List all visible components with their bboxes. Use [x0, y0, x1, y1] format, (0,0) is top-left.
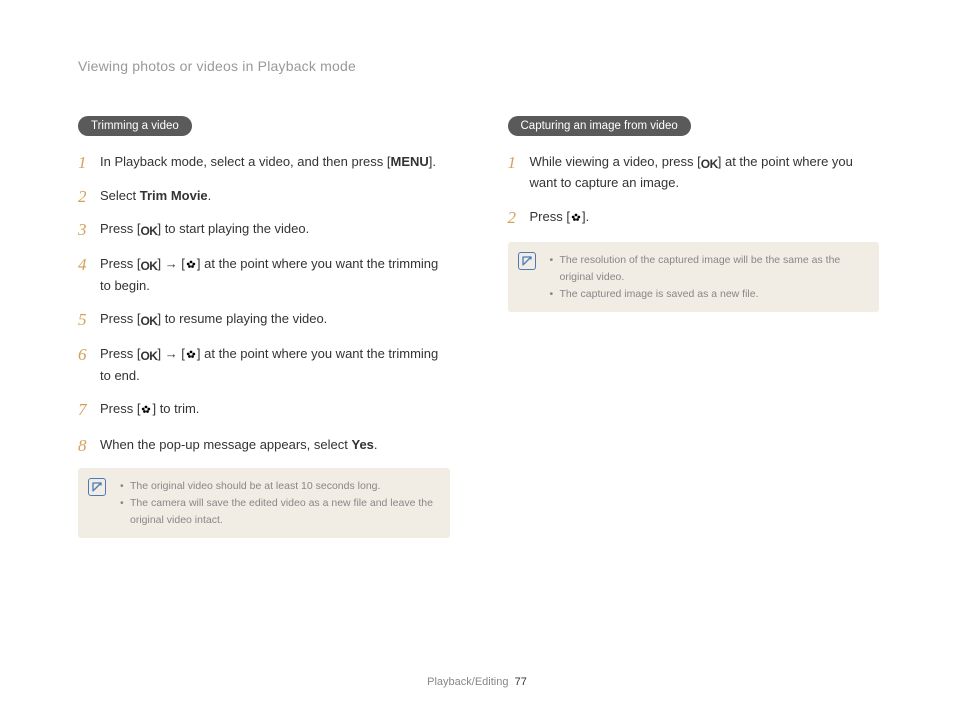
right-column: Capturing an image from video While view… [508, 116, 880, 538]
steps-list-right: While viewing a video, press [OK] at the… [508, 152, 880, 228]
left-column: Trimming a video In Playback mode, selec… [78, 116, 450, 538]
step-item: Press []. [508, 207, 880, 229]
page-header: Viewing photos or videos in Playback mod… [78, 58, 879, 74]
step-item: Press [OK] to start playing the video. [78, 219, 450, 240]
step-item: Press [] to trim. [78, 399, 450, 421]
page-number: 77 [515, 676, 527, 688]
flower-icon [570, 209, 582, 229]
note-icon [88, 478, 106, 496]
step-item: Select Trim Movie. [78, 186, 450, 206]
step-item: When the pop-up message appears, select … [78, 435, 450, 455]
content-columns: Trimming a video In Playback mode, selec… [78, 116, 879, 538]
flower-icon [140, 401, 152, 421]
step-item: Press [OK] → [] at the point where you w… [78, 344, 450, 385]
note-icon [518, 252, 536, 270]
ok-icon: OK [140, 257, 157, 275]
note-item: The original video should be at least 10… [120, 478, 438, 495]
note-item: The camera will save the edited video as… [120, 495, 438, 529]
note-list-left: The original video should be at least 10… [120, 478, 438, 528]
flower-icon [185, 256, 197, 276]
note-item: The resolution of the captured image wil… [550, 252, 868, 286]
note-list-right: The resolution of the captured image wil… [550, 252, 868, 302]
note-box-left: The original video should be at least 10… [78, 468, 450, 538]
footer-section: Playback/Editing [427, 676, 508, 688]
page-footer: Playback/Editing 77 [0, 676, 954, 688]
ok-icon: OK [140, 347, 157, 365]
note-box-right: The resolution of the captured image wil… [508, 242, 880, 312]
step-item: Press [OK] to resume playing the video. [78, 309, 450, 330]
step-item: In Playback mode, select a video, and th… [78, 152, 450, 172]
step-item: Press [OK] → [] at the point where you w… [78, 254, 450, 295]
step-item: While viewing a video, press [OK] at the… [508, 152, 880, 193]
section-pill-capturing: Capturing an image from video [508, 116, 691, 136]
steps-list-left: In Playback mode, select a video, and th… [78, 152, 450, 454]
section-pill-trimming: Trimming a video [78, 116, 192, 136]
ok-icon: OK [140, 222, 157, 240]
flower-icon [185, 346, 197, 366]
ok-icon: OK [140, 312, 157, 330]
ok-icon: OK [701, 155, 718, 173]
note-item: The captured image is saved as a new fil… [550, 286, 868, 303]
